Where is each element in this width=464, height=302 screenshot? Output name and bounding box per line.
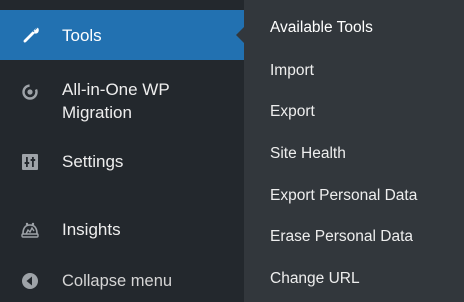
submenu-item-export[interactable]: Export [270,102,315,122]
sidebar-item-insights[interactable]: Insights [0,213,244,247]
submenu-item-site-health[interactable]: Site Health [270,144,346,164]
sidebar-item-label: All-in-One WP Migration [62,80,170,122]
collapse-arrow-icon [20,271,40,291]
submenu-item-import[interactable]: Import [270,61,314,81]
insights-icon [20,220,40,240]
tools-submenu: Available Tools Import Export Site Healt… [244,0,464,302]
collapse-menu-button[interactable]: Collapse menu [0,266,244,296]
submenu-item-erase-personal-data[interactable]: Erase Personal Data [270,227,413,247]
sidebar-item-settings[interactable]: Settings [0,145,244,179]
admin-sidebar: Tools All-in-One WP Migration Settings I… [0,0,245,302]
sidebar-item-tools[interactable]: Tools [0,10,244,60]
sidebar-item-all-in-one-wp-migration[interactable]: All-in-One WP Migration [0,72,244,132]
settings-sliders-icon [20,152,40,172]
submenu-item-export-personal-data[interactable]: Export Personal Data [270,186,417,206]
collapse-menu-label: Collapse menu [62,272,173,290]
sidebar-item-label: Settings [62,152,124,171]
wrench-icon [20,25,40,45]
sidebar-item-label: Tools [62,26,102,45]
migration-icon [20,82,40,102]
submenu-item-available-tools[interactable]: Available Tools [270,18,373,38]
submenu-item-change-url[interactable]: Change URL [270,269,360,289]
sidebar-item-label: Insights [62,220,121,239]
